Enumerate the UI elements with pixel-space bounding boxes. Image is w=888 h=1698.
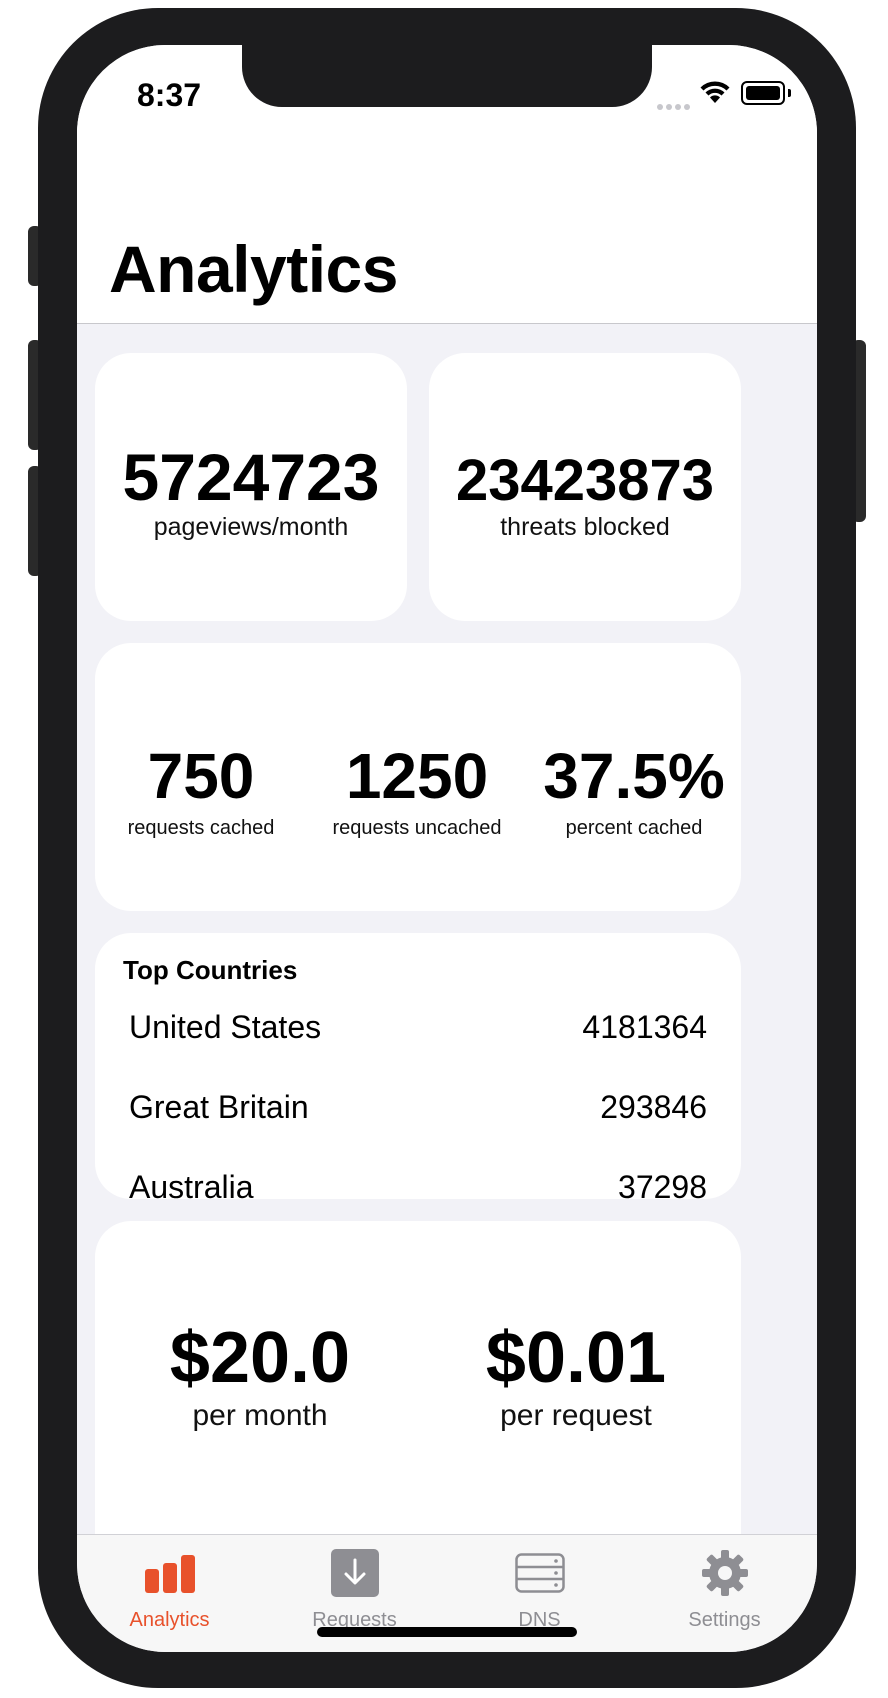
pageviews-value: 5724723 bbox=[122, 440, 380, 514]
pageviews-label: pageviews/month bbox=[153, 513, 349, 541]
gear-icon bbox=[632, 1545, 817, 1601]
top-countries-card[interactable]: Top Countries United States 4181364 Grea… bbox=[95, 933, 741, 1199]
price-per-month-value: $20.0 bbox=[169, 1318, 351, 1398]
country-count: 4181364 bbox=[582, 1009, 707, 1045]
requests-uncached-stat: 1250 requests uncached bbox=[307, 643, 527, 933]
tab-analytics-label: Analytics bbox=[129, 1609, 210, 1631]
server-icon bbox=[447, 1545, 632, 1601]
notch bbox=[242, 45, 652, 107]
requests-uncached-value: 1250 bbox=[345, 740, 489, 812]
requests-cached-label: requests cached bbox=[127, 817, 275, 839]
threats-label: threats blocked bbox=[500, 513, 670, 541]
wifi-icon bbox=[699, 79, 731, 110]
threats-card: 23423873 threats blocked bbox=[429, 353, 741, 621]
price-per-request-value: $0.01 bbox=[485, 1318, 667, 1398]
country-row: United States 4181364 bbox=[129, 997, 707, 1057]
percent-cached-value: 37.5% bbox=[543, 740, 725, 812]
top-countries-title: Top Countries bbox=[123, 955, 298, 985]
tab-settings[interactable]: Settings bbox=[632, 1535, 817, 1652]
battery-icon bbox=[741, 81, 791, 105]
threats-value: 23423873 bbox=[455, 448, 715, 513]
country-row: Great Britain 293846 bbox=[129, 1077, 707, 1137]
country-row: Australia 37298 bbox=[129, 1157, 707, 1199]
country-count: 37298 bbox=[618, 1169, 707, 1199]
requests-uncached-label: requests uncached bbox=[332, 817, 502, 839]
pageviews-card: 5724723 pageviews/month bbox=[95, 353, 407, 621]
pricing-card: $20.0 per month $0.01 per request bbox=[95, 1221, 741, 1534]
country-name: United States bbox=[129, 1009, 322, 1045]
country-name: Great Britain bbox=[129, 1089, 309, 1125]
price-per-request-label: per request bbox=[500, 1399, 652, 1432]
country-name: Australia bbox=[129, 1169, 254, 1199]
page-title: Analytics bbox=[109, 232, 398, 306]
caching-card: 750 requests cached 1250 requests uncach… bbox=[95, 643, 741, 911]
bar-chart-icon bbox=[77, 1545, 262, 1601]
download-icon bbox=[262, 1545, 447, 1601]
analytics-scroll-content[interactable]: 5724723 pageviews/month 23423873 threats… bbox=[77, 324, 817, 1534]
tab-analytics[interactable]: Analytics bbox=[77, 1535, 262, 1652]
percent-cached-stat: 37.5% percent cached bbox=[527, 643, 741, 933]
cellular-signal-icon bbox=[657, 97, 693, 115]
price-per-month-label: per month bbox=[192, 1399, 328, 1432]
percent-cached-label: percent cached bbox=[565, 817, 703, 839]
country-count: 293846 bbox=[600, 1089, 707, 1125]
requests-cached-value: 750 bbox=[147, 740, 255, 812]
home-indicator bbox=[317, 1627, 577, 1637]
requests-cached-stat: 750 requests cached bbox=[95, 643, 307, 933]
phone-screen: Analytics 8:37 5724723 pageviews/month 2… bbox=[77, 45, 817, 1652]
tab-settings-label: Settings bbox=[688, 1609, 761, 1631]
status-time: 8:37 bbox=[137, 77, 202, 113]
